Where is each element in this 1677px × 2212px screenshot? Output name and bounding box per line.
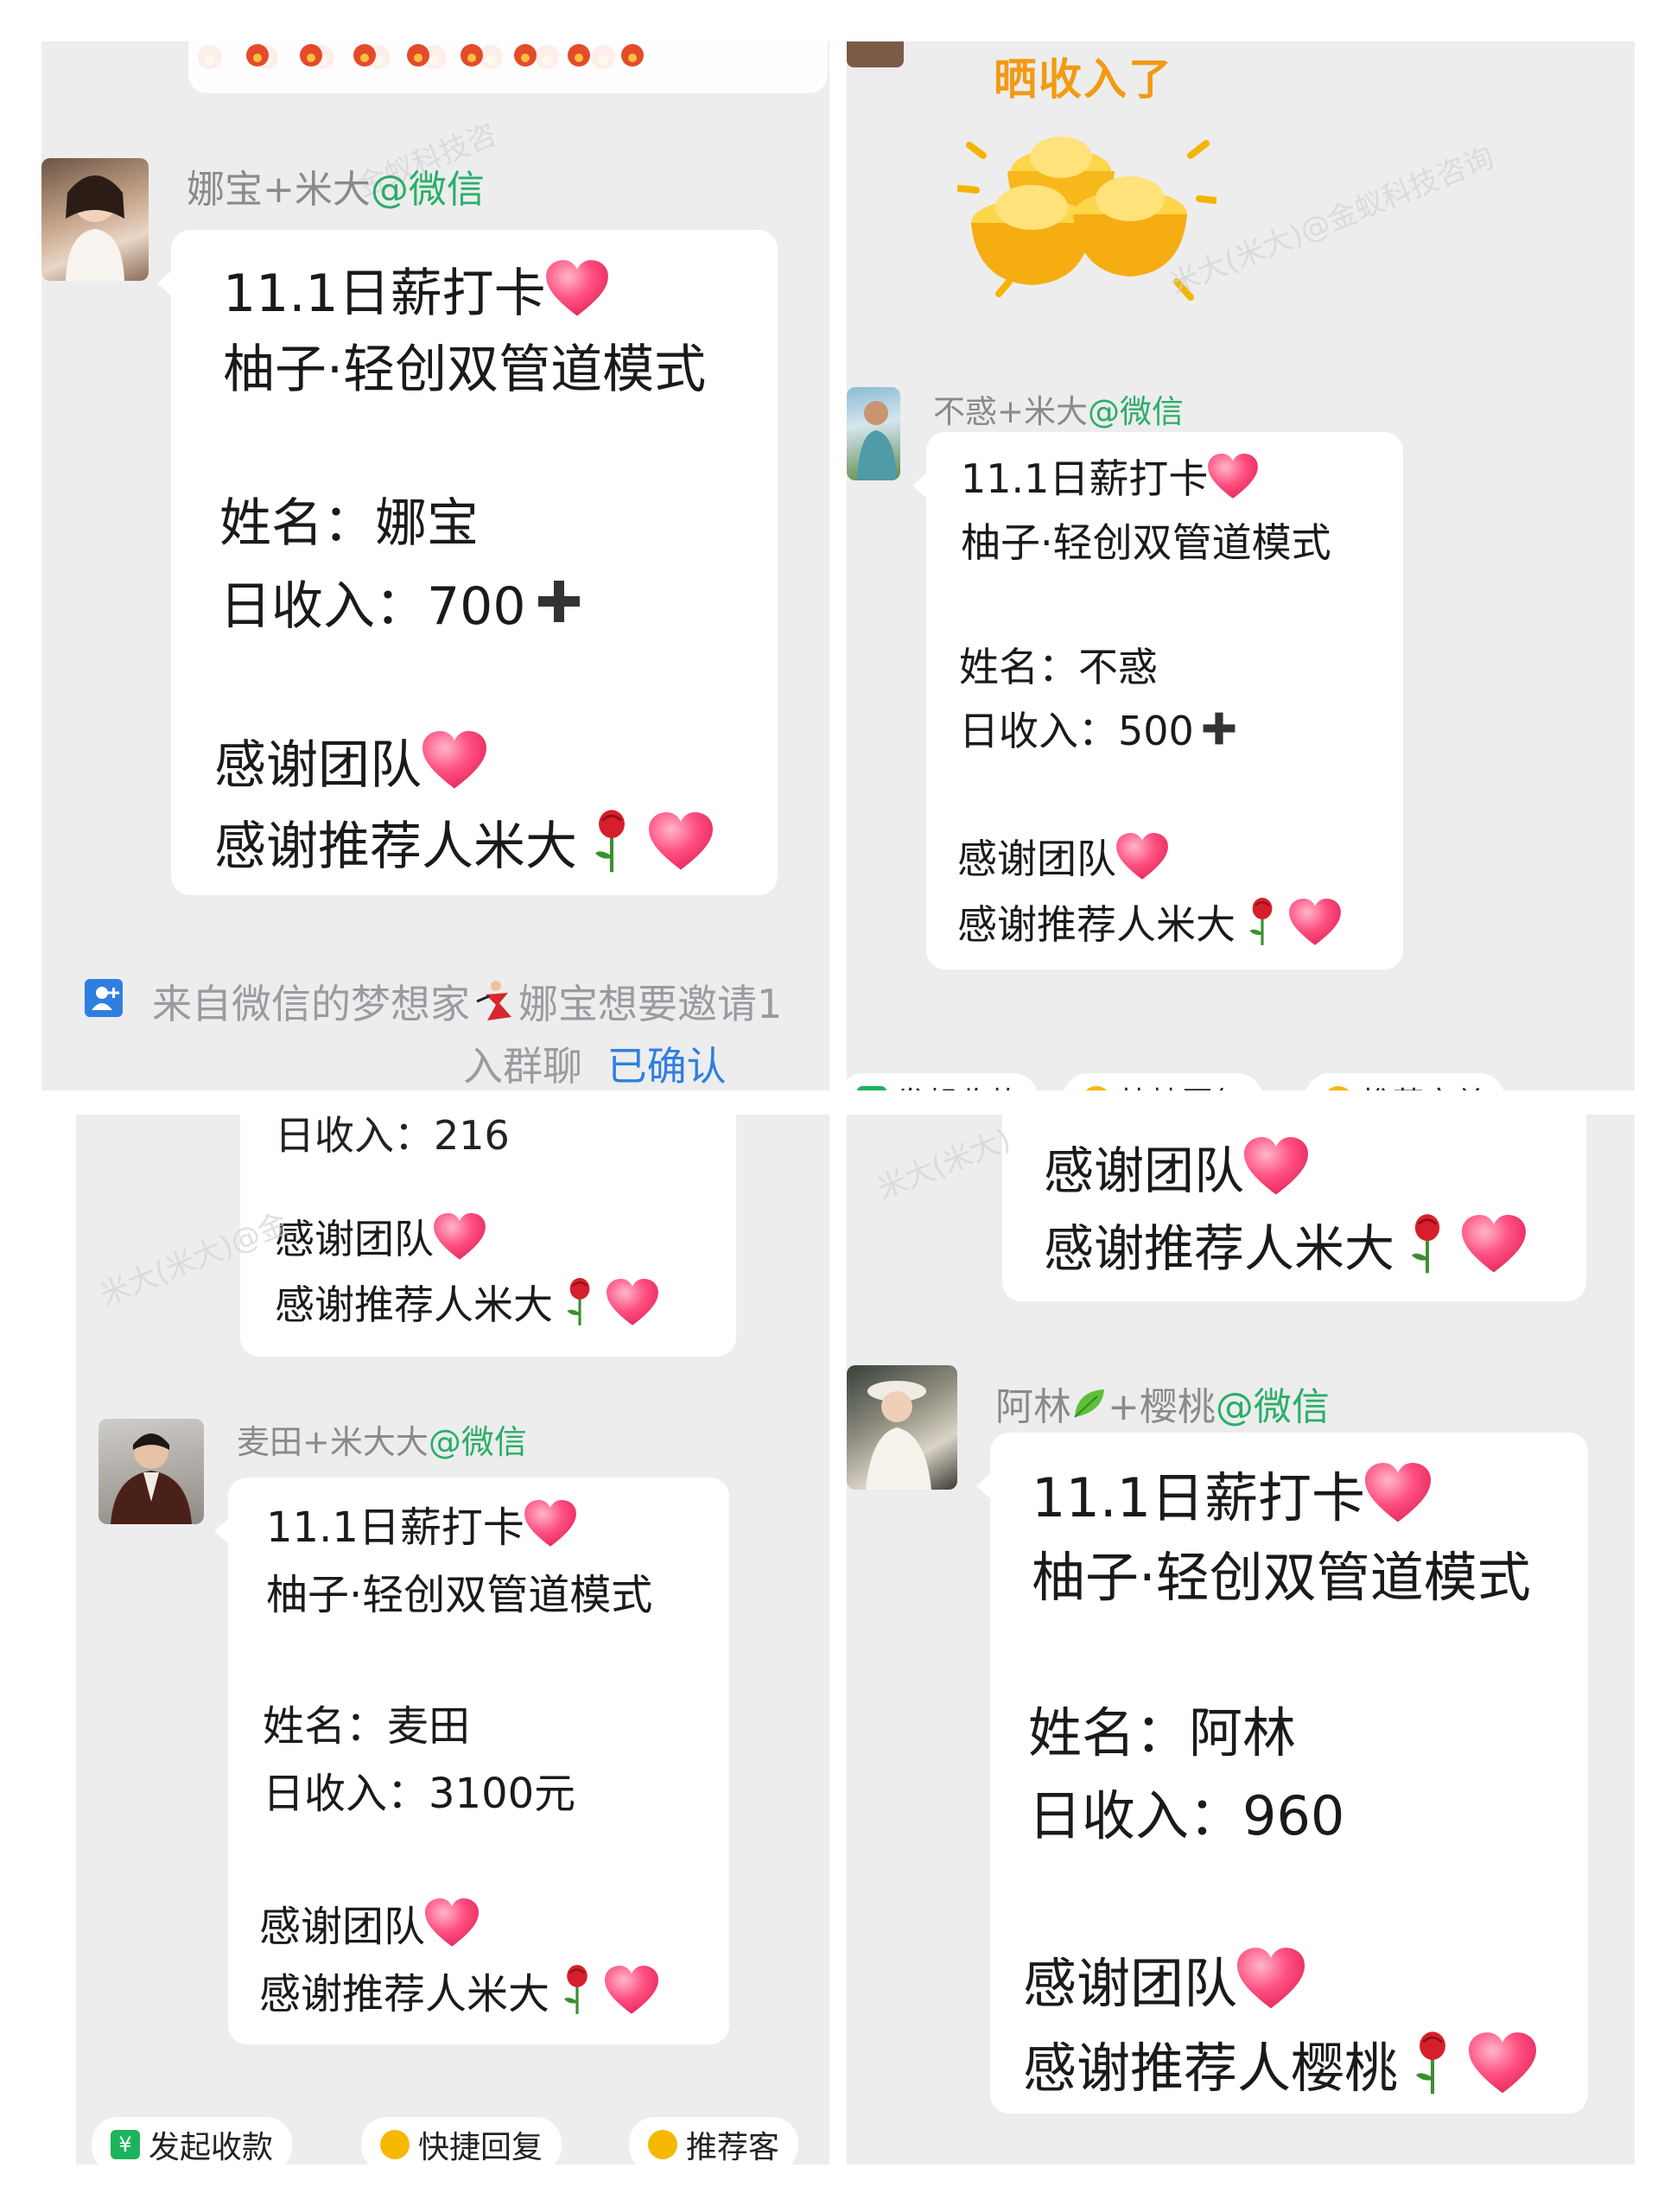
message-line-name: 姓名：娜宝 [219,493,479,554]
avatar[interactable] [41,158,149,281]
message-line-mode: 柚子·轻创双管道模式 [266,1571,653,1619]
chat-panel-1: 金蚁科技咨 娜宝+米大@微信 11.1日薪打卡 柚子·轻创双管道模式 姓名：娜宝… [41,41,829,1090]
message-line-thanks-referrer: 感谢推荐人米大 [957,895,1341,949]
quick-reply-button[interactable]: 快捷回复 [361,2117,562,2164]
rose-icon [1249,898,1273,945]
message-line-thanks-team: 感谢团队 [259,1896,479,1951]
rose-icon [1416,2031,1445,2094]
heart-icon [1116,832,1168,880]
wechat-tag: @微信 [1088,393,1185,430]
recommend-button[interactable]: 推荐客 [629,2117,799,2164]
system-note: 来自微信的梦想家 娜宝想要邀请1 [152,973,782,1030]
watermark: 米大(米大) [872,1122,1016,1207]
heart-icon [545,260,608,316]
flower-border-icon [240,43,810,78]
chat-panel-2: 晒收入了 米大(米大)@金蚁科技咨询 不惑+米大@微信 11.1日薪打卡 柚子·… [847,41,1635,1090]
heart-icon [1365,1463,1432,1522]
message-line-mode: 柚子·轻创双管道模式 [223,339,707,400]
message-line-title: 11.1日薪打卡 [266,1497,576,1552]
heart-icon [1244,1137,1308,1195]
heart-icon [649,812,713,870]
plus-icon [537,581,580,622]
quick-reply-icon [1082,1086,1111,1090]
dancer-icon [476,981,511,1020]
message-line-income: 日收入：700 [219,569,585,637]
heart-icon [1208,453,1259,499]
system-note-line2: 入群聊 已确认 [463,1043,727,1090]
message-line-title: 11.1日薪打卡 [223,256,608,324]
yen-icon: ¥ [857,1086,886,1090]
person-add-icon [85,979,123,1017]
sender-name: 麦田+米大大@微信 [237,1423,527,1461]
wechat-tag: @微信 [428,1423,527,1461]
quick-reply-icon [380,2130,410,2159]
message-line-thanks-referrer: 感谢推荐人米大 [259,1963,658,2018]
rose-icon [1412,1214,1440,1274]
message-line-thanks-team: 感谢团队 [214,728,487,796]
heart-icon [434,1212,486,1260]
quick-reply-button[interactable]: 快捷回复 [1063,1073,1264,1090]
heart-icon [1469,2032,1537,2094]
message-line-thanks-referrer: 感谢推荐人米大 [1044,1210,1526,1279]
recommend-icon [1324,1086,1353,1090]
wechat-tag: @微信 [370,168,485,212]
payment-button[interactable]: ¥发起收款 [847,1073,1039,1090]
message-line-mode: 柚子·轻创双管道模式 [961,519,1331,566]
message-line-thanks-team: 感谢团队 [1044,1134,1308,1200]
heart-icon [605,1965,658,2014]
chat-panel-4: 感谢团队 感谢推荐人米大 米大(米大) 阿林 +樱桃 @微信 11.1日薪打卡 柚… [847,1115,1635,2164]
payment-button[interactable]: ¥发起收款 [92,2117,293,2164]
sticker-text: 晒收入了 [994,54,1173,105]
avatar[interactable] [98,1419,204,1524]
message-line-thanks-team: 感谢团队 [957,830,1168,883]
confirmed-link[interactable]: 已确认 [607,1043,727,1090]
recommend-button[interactable]: 推荐定单 [1305,1073,1506,1090]
message-line-title: 11.1日薪打卡 [1032,1459,1432,1529]
sender-name: 不惑+米大@微信 [933,393,1185,430]
message-bubble[interactable]: 11.1日薪打卡 柚子·轻创双管道模式 姓名：娜宝 日收入：700 感谢团队 感… [157,230,778,895]
avatar[interactable] [847,1365,957,1490]
leaf-icon [1074,1389,1104,1418]
rose-icon [567,1278,590,1325]
rose-icon [564,1965,588,2014]
avatar-partial [847,41,904,67]
heart-icon [422,731,486,789]
sender-name: 阿林 +樱桃 @微信 [995,1376,1330,1431]
heart-icon [1462,1215,1526,1273]
message-line-thanks-team: 感谢团队 [275,1210,486,1263]
message-line-thanks-referrer: 感谢推荐人米大 [275,1275,658,1329]
plus-icon [1203,712,1236,745]
message-line-thanks-team: 感谢团队 [1023,1944,1305,2015]
heart-icon [425,1897,479,1947]
message-line-income: 日收入：3100元 [263,1770,576,1818]
message-line-mode: 柚子·轻创双管道模式 [1032,1546,1531,1609]
bottom-toolbar: ¥ 发起收款 快捷回复 推荐客 [76,2100,829,2164]
message-line-income: 日收入：960 [1028,1784,1345,1847]
message-line-thanks-referrer: 感谢推荐人樱桃 [1023,2027,1537,2100]
heart-icon [1289,898,1341,945]
message-line-income-partial: 日收入：216 [275,1115,510,1159]
wechat-tag: @微信 [1215,1385,1330,1429]
message-line-name: 姓名：麦田 [263,1702,471,1751]
message-bubble[interactable]: 11.1日薪打卡 柚子·轻创双管道模式 姓名：阿林 日收入：960 感谢团队 感… [976,1433,1588,2113]
message-bubble[interactable]: 11.1日薪打卡 柚子·轻创双管道模式 姓名：麦田 日收入：3100元 感谢团队… [214,1478,729,2044]
bottom-toolbar: ¥发起收款 快捷回复 推荐定单 [847,1061,1635,1090]
avatar[interactable] [847,387,900,480]
heart-icon [607,1278,658,1325]
heart-icon [1237,1948,1305,2009]
yen-icon: ¥ [111,2130,140,2159]
message-line-name: 姓名：阿林 [1028,1701,1297,1764]
message-bubble[interactable]: 11.1日薪打卡 柚子·轻创双管道模式 姓名：不惑 日收入：500 感谢团队 感… [912,432,1403,969]
heart-icon [524,1499,576,1547]
recommend-icon [648,2130,677,2159]
previous-message-bubble: 感谢团队 感谢推荐人米大 [1002,1115,1586,1301]
rose-icon [595,810,625,873]
message-line-name: 姓名：不惑 [959,644,1158,690]
message-line-income: 日收入：500 [959,702,1239,755]
previous-message-bubble: 日收入：216 感谢团队 感谢推荐人米大 [240,1115,736,1357]
message-line-title: 11.1日薪打卡 [961,449,1259,503]
chat-panel-3: 日收入：216 感谢团队 感谢推荐人米大 米大(米大)@金 麦田+米大大@微信 … [76,1115,829,2164]
message-line-thanks-referrer: 感谢推荐人米大 [214,807,714,877]
sender-name: 娜宝+米大@微信 [187,168,485,212]
